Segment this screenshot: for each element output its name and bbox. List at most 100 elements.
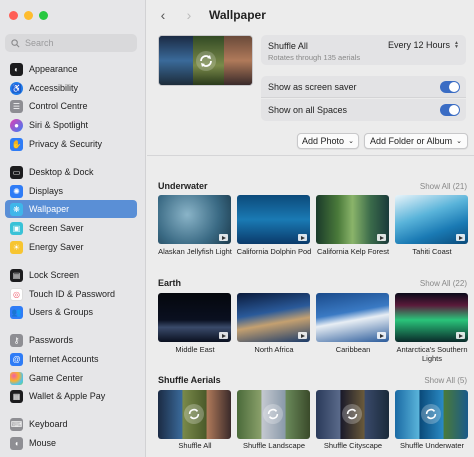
sidebar-item-label: Wallet & Apple Pay	[29, 391, 106, 401]
shuffle-rotate-icon	[184, 404, 204, 424]
close-button[interactable]	[9, 11, 18, 20]
window-controls	[9, 11, 48, 20]
sidebar-item-label: Displays	[29, 186, 64, 196]
sidebar-item-label: Accessibility	[29, 83, 79, 93]
wallpaper-label: Antarctica's Southern Lights	[396, 345, 468, 363]
wallpaper-label: Shuffle Underwater	[399, 441, 465, 450]
wallpaper-label: Middle East	[175, 345, 215, 354]
wallpaper-label: Shuffle All	[178, 441, 212, 450]
all-spaces-label: Show on all Spaces	[268, 105, 348, 115]
add-folder-button[interactable]: Add Folder or Album ⌄	[364, 133, 468, 149]
wallpaper-thumb[interactable]	[158, 293, 231, 342]
video-icon	[219, 332, 228, 339]
page-title: Wallpaper	[209, 8, 266, 22]
sidebar-item-label: Lock Screen	[29, 270, 80, 280]
sidebar-item-lock-screen[interactable]: ▤ Lock Screen	[5, 266, 137, 284]
control-centre-icon: ☰	[10, 99, 23, 113]
sidebar-item-keyboard[interactable]: ⌨ Keyboard	[5, 415, 137, 433]
minimize-button[interactable]	[24, 11, 33, 20]
sidebar-item-wallet[interactable]: ▦ Wallet & Apple Pay	[5, 387, 137, 405]
back-chevron-icon[interactable]: ‹	[157, 7, 169, 23]
video-icon	[456, 332, 465, 339]
search-icon	[11, 38, 20, 47]
wallpaper-icon: ❋	[10, 202, 23, 216]
add-photo-button[interactable]: Add Photo ⌄	[297, 133, 359, 149]
search-input[interactable]	[25, 38, 125, 48]
sidebar-item-label: Appearance	[29, 64, 78, 74]
keyboard-icon: ⌨	[10, 417, 23, 431]
sidebar-item-label: Touch ID & Password	[29, 289, 116, 299]
sidebar-item-siri[interactable]: ● Siri & Spotlight	[5, 116, 137, 134]
screen-saver-icon: ▣	[10, 221, 23, 235]
sidebar-item-privacy[interactable]: ✋ Privacy & Security	[5, 135, 137, 153]
wallpaper-thumb[interactable]	[158, 195, 231, 244]
mouse-icon: ◖	[10, 436, 23, 450]
wallpaper-thumb[interactable]	[395, 293, 468, 342]
wallpaper-thumb[interactable]	[237, 293, 310, 342]
wallpaper-thumb[interactable]	[316, 293, 389, 342]
shuffle-rotate-icon	[263, 404, 283, 424]
sidebar-item-control-centre[interactable]: ☰ Control Centre	[5, 97, 137, 115]
game-center-icon	[10, 371, 23, 385]
sidebar-item-game-center[interactable]: Game Center	[5, 369, 137, 387]
show-all-earth[interactable]: Show All (22)	[420, 279, 467, 288]
desktop-dock-icon: ▭	[10, 165, 23, 179]
sidebar-item-mouse[interactable]: ◖ Mouse	[5, 434, 137, 452]
sidebar-item-label: Siri & Spotlight	[29, 120, 89, 130]
sidebar-item-passwords[interactable]: ⚷ Passwords	[5, 331, 137, 349]
screen-saver-toggle[interactable]	[440, 81, 460, 93]
show-all-underwater[interactable]: Show All (21)	[420, 182, 467, 191]
shuffle-subtitle: Rotates through 135 aerials	[268, 53, 361, 62]
shuffle-interval-select[interactable]: Every 12 Hours ▲ ▼	[388, 40, 460, 50]
search-field[interactable]	[5, 34, 137, 52]
wallpaper-label: Caribbean	[335, 345, 371, 354]
video-icon	[377, 234, 386, 241]
passwords-key-icon: ⚷	[10, 333, 23, 347]
wallpaper-thumb[interactable]	[395, 390, 468, 439]
divider	[147, 155, 474, 156]
main-pane: ‹ › Wallpaper Shuffle All Rotates throug…	[147, 0, 474, 457]
sidebar-item-label: Privacy & Security	[29, 139, 103, 149]
sidebar-item-touch-id[interactable]: ◎ Touch ID & Password	[5, 285, 137, 303]
wallpaper-thumb[interactable]	[395, 195, 468, 244]
sidebar-item-internet-accounts[interactable]: @ Internet Accounts	[5, 350, 137, 368]
appearance-icon: ◐	[10, 62, 23, 76]
wallpaper-label: Shuffle Landscape	[243, 441, 305, 450]
section-title-earth: Earth	[158, 278, 182, 288]
wallpaper-label: Alaskan Jellyfish Light	[158, 247, 232, 256]
wallpaper-thumb[interactable]	[316, 195, 389, 244]
sidebar-item-label: Screen Saver	[29, 223, 84, 233]
all-spaces-row: Show on all Spaces	[261, 99, 466, 121]
shuffle-title: Shuffle All	[268, 41, 308, 51]
shuffle-rotate-icon	[196, 51, 216, 71]
sidebar-item-accessibility[interactable]: ♿ Accessibility	[5, 79, 137, 97]
sidebar-item-desktop-dock[interactable]: ▭ Desktop & Dock	[5, 163, 137, 181]
current-wallpaper-preview[interactable]	[158, 35, 253, 86]
sidebar-item-energy-saver[interactable]: ☀ Energy Saver	[5, 238, 137, 256]
zoom-button[interactable]	[39, 11, 48, 20]
sidebar-item-appearance[interactable]: ◐ Appearance	[5, 60, 137, 78]
accessibility-icon: ♿	[10, 81, 23, 95]
sidebar-item-wallpaper[interactable]: ❋ Wallpaper	[5, 200, 137, 218]
updown-chevron-icon: ▲ ▼	[454, 40, 459, 50]
sidebar-item-screen-saver[interactable]: ▣ Screen Saver	[5, 219, 137, 237]
wallpaper-thumb[interactable]	[158, 390, 231, 439]
wallpaper-label: North Africa	[254, 345, 294, 354]
wallpaper-label: California Kelp Forest	[316, 247, 390, 256]
wallpaper-thumb[interactable]	[316, 390, 389, 439]
wallpaper-thumb[interactable]	[237, 195, 310, 244]
sidebar-item-label: Mouse	[29, 438, 57, 448]
wallpaper-thumb[interactable]	[237, 390, 310, 439]
sidebar-item-label: Passwords	[29, 335, 74, 345]
video-icon	[456, 234, 465, 241]
video-icon	[298, 332, 307, 339]
show-all-shuffle[interactable]: Show All (5)	[424, 376, 467, 385]
sidebar-item-displays[interactable]: ✺ Displays	[5, 182, 137, 200]
sidebar-item-label: Wallpaper	[29, 204, 70, 214]
all-spaces-toggle[interactable]	[440, 104, 460, 116]
shuffle-rotate-icon	[342, 404, 362, 424]
forward-chevron-icon[interactable]: ›	[183, 7, 195, 23]
wallpaper-label: Shuffle Cityscape	[323, 441, 383, 450]
screen-saver-label: Show as screen saver	[268, 81, 357, 92]
sidebar-item-users-groups[interactable]: 👥 Users & Groups	[5, 303, 137, 321]
